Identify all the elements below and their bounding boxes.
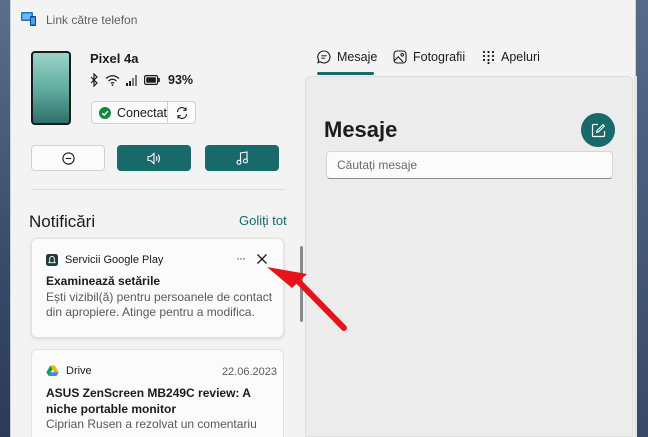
do-not-disturb-button[interactable] (31, 145, 105, 171)
wifi-icon (105, 75, 120, 86)
tab-messages[interactable]: Mesaje (317, 47, 377, 67)
desktop-background-left (0, 0, 10, 437)
new-message-button[interactable] (581, 113, 615, 147)
refresh-button[interactable] (168, 101, 196, 124)
notification-body: Ești vizibil(ă) pentru persoanele de con… (46, 290, 273, 319)
notification-card[interactable]: Drive 22.06.2023 ASUS ZenScreen MB249C r… (31, 349, 284, 437)
bluetooth-icon (90, 73, 98, 87)
notifications-heading: Notificări (29, 212, 96, 231)
photos-icon (393, 50, 407, 64)
messages-title: Mesaje (324, 117, 398, 142)
dialpad-icon (482, 50, 495, 64)
tab-calls[interactable]: Apeluri (482, 47, 540, 67)
google-play-services-icon (46, 254, 58, 266)
active-tab-indicator (317, 72, 374, 75)
device-name: Pixel 4a (90, 51, 139, 66)
refresh-icon (176, 106, 187, 119)
do-not-disturb-icon (61, 151, 75, 165)
tab-photos-label: Fotografii (413, 50, 466, 64)
notification-card[interactable]: Servicii Google Play ··· Examinează setă… (31, 238, 284, 338)
messages-pane: Mesaje (305, 76, 633, 437)
window-title: Link către telefon (46, 13, 138, 27)
notification-app-name: Drive (66, 365, 92, 377)
phone-image (31, 51, 71, 125)
tab-calls-label: Apeluri (501, 50, 540, 64)
notification-app: Drive (46, 365, 92, 377)
speaker-icon (146, 151, 160, 165)
phone-link-app-icon (21, 12, 36, 26)
notification-date: 22.06.2023 (221, 366, 277, 378)
more-options-button[interactable]: ··· (236, 251, 246, 265)
notification-app-name: Servicii Google Play (65, 254, 164, 266)
search-messages-input[interactable] (326, 151, 613, 179)
tab-photos[interactable]: Fotografii (393, 47, 465, 67)
title-bar: Link către telefon (11, 0, 635, 40)
volume-button[interactable] (117, 145, 191, 171)
google-drive-icon (46, 365, 59, 376)
compose-icon (591, 123, 605, 137)
annotation-arrow (267, 267, 347, 331)
notification-app: Servicii Google Play (46, 254, 163, 266)
connected-label: Conectat (116, 105, 167, 120)
notification-body: Ciprian Rusen a rezolvat un comentariu (46, 417, 257, 431)
check-circle-icon (99, 106, 111, 119)
battery-icon (144, 75, 160, 85)
music-note-icon (236, 151, 248, 165)
phone-link-window: Link către telefon Pixel 4a 93% Conectat… (10, 0, 637, 437)
pane-edge (634, 76, 637, 437)
signal-icon (126, 74, 137, 86)
desktop-background-right (636, 0, 648, 437)
notification-title: Examinează setările (46, 274, 161, 288)
battery-percentage: 93% (168, 73, 194, 87)
chat-icon (317, 50, 331, 64)
section-divider (31, 189, 285, 190)
connected-status-button[interactable]: Conectat (91, 101, 168, 124)
audio-player-button[interactable] (205, 145, 279, 171)
tab-messages-label: Mesaje (337, 50, 378, 64)
clear-all-link[interactable]: Goliți tot (239, 213, 287, 228)
device-status-row: 93% (90, 72, 193, 88)
notification-title: ASUS ZenScreen MB249C review: A niche po… (46, 386, 251, 416)
